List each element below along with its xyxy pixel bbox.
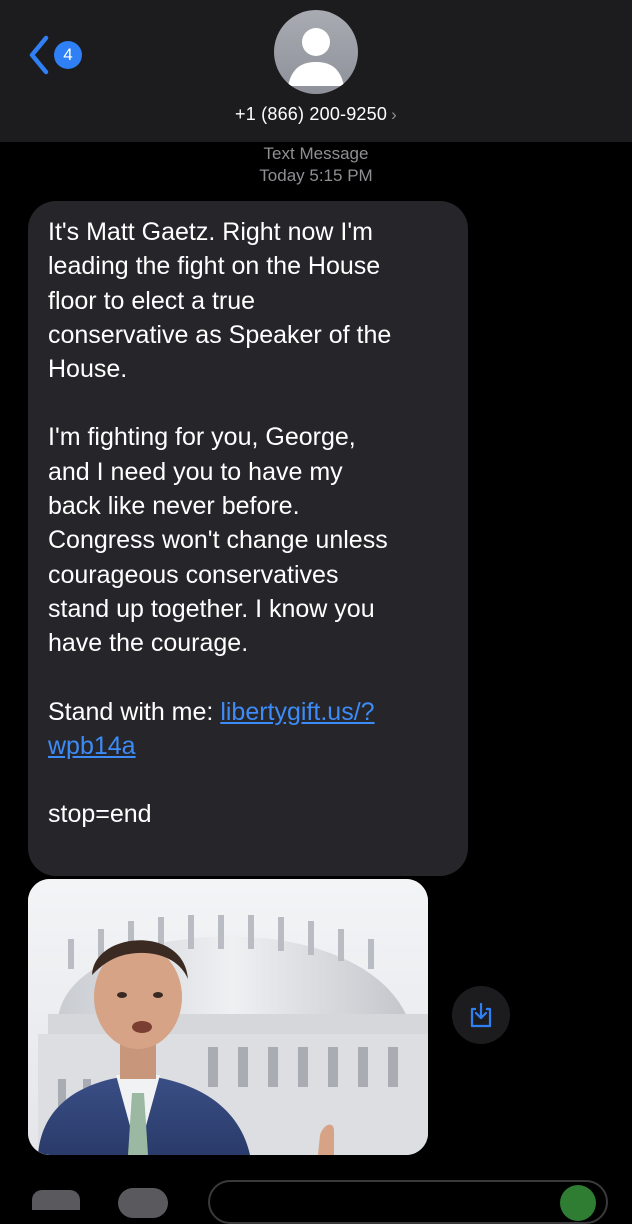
message-input[interactable] <box>208 1180 608 1224</box>
app-store-icon[interactable] <box>118 1188 168 1218</box>
contact-number: +1 (866) 200-9250 <box>235 104 388 124</box>
message-timestamp: Text Message Today 5:15 PM <box>0 143 632 187</box>
image-attachment[interactable] <box>28 879 428 1155</box>
unread-count-badge: 4 <box>54 41 82 69</box>
link-line-2: wpb14a <box>48 731 136 760</box>
service-label: Text Message <box>263 144 369 163</box>
cta-prefix: Stand with me: <box>48 697 221 726</box>
incoming-message-bubble[interactable]: It's Matt Gaetz. Right now I'm leading t… <box>28 201 468 876</box>
audio-icon[interactable] <box>560 1185 596 1221</box>
link-line-1: libertygift.us/? <box>220 697 375 726</box>
chevron-right-icon: › <box>391 105 397 124</box>
message-cta: Stand with me: libertygift.us/? wpb14a <box>48 695 448 764</box>
save-image-button[interactable] <box>452 986 510 1044</box>
download-icon <box>470 1002 492 1028</box>
conversation-header: 4 +1 (866) 200-9250 › <box>0 0 632 142</box>
compose-toolbar <box>0 1180 632 1224</box>
message-paragraph-1: It's Matt Gaetz. Right now I'm leading t… <box>48 218 392 384</box>
camera-icon[interactable] <box>32 1190 80 1210</box>
chevron-left-icon <box>29 35 49 75</box>
message-stop-text: stop=end <box>48 800 152 829</box>
back-button[interactable]: 4 <box>28 34 98 76</box>
contact-name[interactable]: +1 (866) 200-9250 › <box>0 104 632 125</box>
time-label: Today 5:15 PM <box>259 166 373 185</box>
contact-avatar[interactable] <box>274 10 358 94</box>
person-icon <box>288 28 344 86</box>
capitol-photo <box>28 879 428 1155</box>
message-paragraph-2: I'm fighting for you, George, and I need… <box>48 423 388 658</box>
